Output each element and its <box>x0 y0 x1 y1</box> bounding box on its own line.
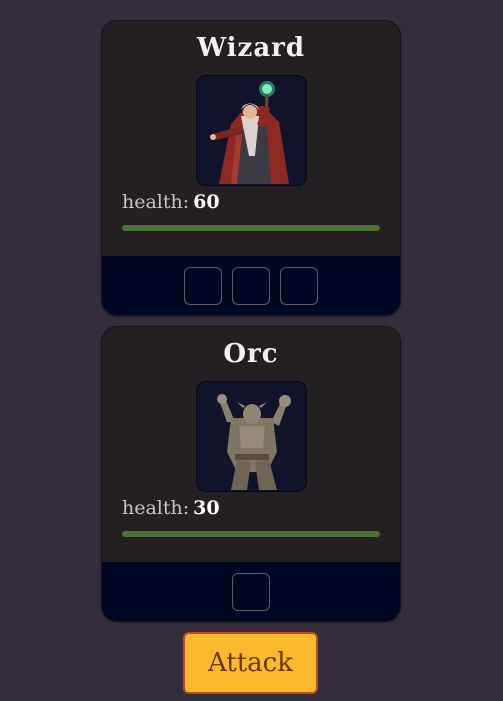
health-bar <box>122 225 380 231</box>
character-name: Wizard <box>196 33 306 63</box>
dice-slot[interactable] <box>232 266 270 305</box>
character-card-wizard: Wizard health: 60 <box>101 20 401 316</box>
health-value: 60 <box>193 191 220 213</box>
health-label: health: <box>122 191 190 213</box>
wizard-portrait <box>196 75 307 186</box>
health-value: 30 <box>193 497 220 519</box>
dice-slot[interactable] <box>232 572 270 611</box>
card-header: Wizard health: 60 <box>102 21 400 256</box>
health-text: health: 30 <box>122 497 220 519</box>
health-bar <box>122 531 380 537</box>
health-bar-fill <box>122 225 380 231</box>
character-card-orc: Orc health: 30 <box>101 326 401 622</box>
attack-button[interactable]: Attack <box>183 632 318 694</box>
card-header: Orc health: 30 <box>102 327 400 562</box>
health-label: health: <box>122 497 190 519</box>
dice-slot-row <box>102 562 400 621</box>
health-bar-fill <box>122 531 380 537</box>
dice-slot[interactable] <box>280 266 318 305</box>
character-name: Orc <box>223 339 279 369</box>
dice-slot[interactable] <box>184 266 222 305</box>
dice-slot-row <box>102 256 400 315</box>
health-text: health: 60 <box>122 191 220 213</box>
orc-portrait <box>196 381 307 492</box>
